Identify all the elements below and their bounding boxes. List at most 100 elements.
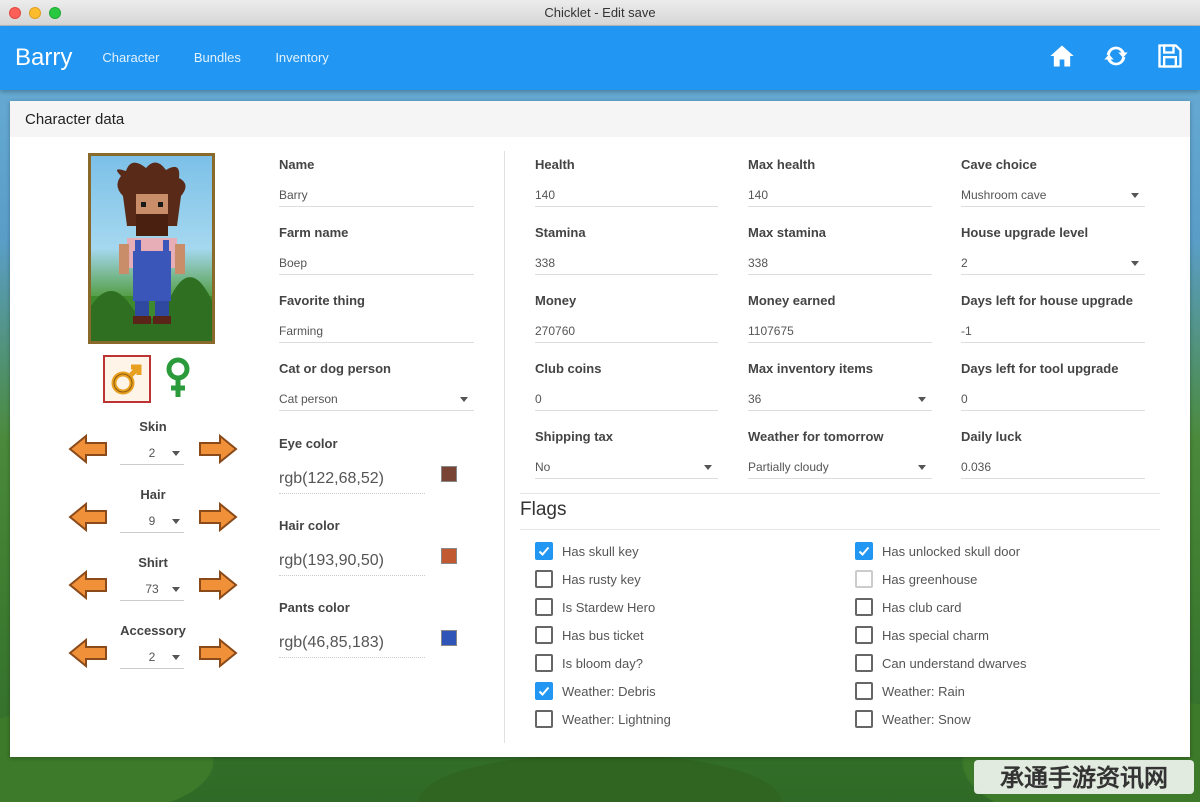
checkbox[interactable] — [855, 682, 873, 700]
checkbox[interactable] — [535, 654, 553, 672]
watermark-logo: 承通手游资讯网 — [974, 760, 1194, 794]
nav-bundles[interactable]: Bundles — [194, 50, 241, 65]
flag-label: Has special charm — [882, 627, 989, 643]
maximize-window-button[interactable] — [49, 7, 61, 19]
shirt-selector: Shirt 73 — [68, 555, 238, 615]
minimize-window-button[interactable] — [29, 7, 41, 19]
accessory-next-arrow-icon[interactable] — [198, 637, 238, 669]
money-input[interactable]: 270760 — [535, 319, 718, 343]
checkbox-checked[interactable] — [535, 542, 553, 560]
cave-choice-field: Cave choice Mushroom cave — [961, 157, 1145, 207]
shirt-dropdown[interactable]: 73 — [120, 577, 184, 601]
flag-item[interactable]: Can understand dwarves — [855, 654, 1027, 672]
weather-tomorrow-select[interactable]: Partially cloudy — [748, 455, 932, 479]
hair-color-swatch[interactable] — [441, 548, 457, 564]
hair-dropdown[interactable]: 9 — [120, 509, 184, 533]
club-coins-input[interactable]: 0 — [535, 387, 718, 411]
skin-dropdown[interactable]: 2 — [120, 441, 184, 465]
window-titlebar: Chicklet - Edit save — [0, 0, 1200, 26]
flag-item[interactable]: Weather: Snow — [855, 710, 971, 728]
eye-color-input[interactable]: rgb(122,68,52) — [279, 464, 425, 494]
flag-item[interactable]: Has greenhouse — [855, 570, 977, 588]
app-brand[interactable]: Barry — [15, 44, 72, 72]
checkmark-icon — [858, 546, 870, 556]
close-window-button[interactable] — [9, 7, 21, 19]
max-health-field: Max health 140 — [748, 157, 932, 207]
checkbox[interactable] — [535, 570, 553, 588]
save-icon[interactable] — [1156, 42, 1184, 70]
flag-label: Has club card — [882, 599, 962, 615]
skin-prev-arrow-icon[interactable] — [68, 433, 108, 465]
shirt-next-arrow-icon[interactable] — [198, 569, 238, 601]
card-title: Character data — [25, 110, 125, 128]
max-inventory-select[interactable]: 36 — [748, 387, 932, 411]
flag-label: Has skull key — [562, 543, 639, 559]
flag-item[interactable]: Has unlocked skull door — [855, 542, 1020, 560]
hair-color-input[interactable]: rgb(193,90,50) — [279, 546, 425, 576]
checkbox[interactable] — [535, 710, 553, 728]
favorite-thing-input[interactable]: Farming — [279, 319, 474, 343]
flag-item[interactable]: Weather: Rain — [855, 682, 965, 700]
checkbox[interactable] — [535, 598, 553, 616]
days-tool-upgrade-field: Days left for tool upgrade 0 — [961, 361, 1145, 411]
gender-male-button[interactable] — [103, 355, 151, 403]
character-card: Character data Skin 2 Hair 9 Shirt 73 Ac… — [10, 101, 1190, 757]
flag-label: Weather: Debris — [562, 683, 656, 699]
money-earned-input[interactable]: 1107675 — [748, 319, 932, 343]
eye-color-swatch[interactable] — [441, 466, 457, 482]
flag-item[interactable]: Has skull key — [535, 542, 639, 560]
checkbox[interactable] — [855, 570, 873, 588]
max-stamina-input[interactable]: 338 — [748, 251, 932, 275]
cave-choice-select[interactable]: Mushroom cave — [961, 183, 1145, 207]
cat-or-dog-select[interactable]: Cat person — [279, 387, 474, 411]
hair-color-field: Hair color rgb(193,90,50) — [279, 518, 469, 576]
checkbox[interactable] — [855, 598, 873, 616]
gender-female-button[interactable] — [158, 355, 198, 403]
stamina-input[interactable]: 338 — [535, 251, 718, 275]
pants-color-swatch[interactable] — [441, 630, 457, 646]
flag-item[interactable]: Has special charm — [855, 626, 989, 644]
refresh-icon[interactable] — [1102, 42, 1130, 70]
nav-inventory[interactable]: Inventory — [275, 50, 328, 65]
nav-character[interactable]: Character — [102, 50, 159, 65]
hair-label: Hair — [140, 487, 166, 502]
checkmark-icon — [538, 686, 550, 696]
hair-prev-arrow-icon[interactable] — [68, 501, 108, 533]
flag-item[interactable]: Weather: Lightning — [535, 710, 671, 728]
flag-item[interactable]: Weather: Debris — [535, 682, 656, 700]
hair-next-arrow-icon[interactable] — [198, 501, 238, 533]
shipping-tax-select[interactable]: No — [535, 455, 718, 479]
flag-item[interactable]: Has rusty key — [535, 570, 641, 588]
flag-item[interactable]: Is Stardew Hero — [535, 598, 655, 616]
flags-divider-top — [520, 493, 1160, 494]
max-health-input[interactable]: 140 — [748, 183, 932, 207]
pants-color-input[interactable]: rgb(46,85,183) — [279, 628, 425, 658]
shirt-prev-arrow-icon[interactable] — [68, 569, 108, 601]
name-input[interactable]: Barry — [279, 183, 474, 207]
flag-label: Has unlocked skull door — [882, 543, 1021, 559]
accessory-prev-arrow-icon[interactable] — [68, 637, 108, 669]
checkbox[interactable] — [855, 710, 873, 728]
days-house-upgrade-input[interactable]: -1 — [961, 319, 1145, 343]
checkbox[interactable] — [855, 626, 873, 644]
flag-item[interactable]: Has club card — [855, 598, 961, 616]
checkbox[interactable] — [535, 626, 553, 644]
skin-next-arrow-icon[interactable] — [198, 433, 238, 465]
eye-color-field: Eye color rgb(122,68,52) — [279, 436, 469, 494]
checkbox[interactable] — [855, 654, 873, 672]
daily-luck-field: Daily luck 0.036 — [961, 429, 1145, 479]
farm-name-input[interactable]: Boep — [279, 251, 474, 275]
health-input[interactable]: 140 — [535, 183, 718, 207]
home-icon[interactable] — [1048, 42, 1076, 70]
daily-luck-input[interactable]: 0.036 — [961, 455, 1145, 479]
days-tool-upgrade-input[interactable]: 0 — [961, 387, 1145, 411]
checkbox-checked[interactable] — [535, 682, 553, 700]
accessory-selector: Accessory 2 — [68, 623, 238, 683]
male-symbol-icon — [111, 364, 142, 395]
flag-item[interactable]: Has bus ticket — [535, 626, 644, 644]
skin-selector: Skin 2 — [68, 419, 238, 479]
accessory-dropdown[interactable]: 2 — [120, 645, 184, 669]
checkbox-checked[interactable] — [855, 542, 873, 560]
house-upgrade-level-select[interactable]: 2 — [961, 251, 1145, 275]
flag-item[interactable]: Is bloom day? — [535, 654, 643, 672]
